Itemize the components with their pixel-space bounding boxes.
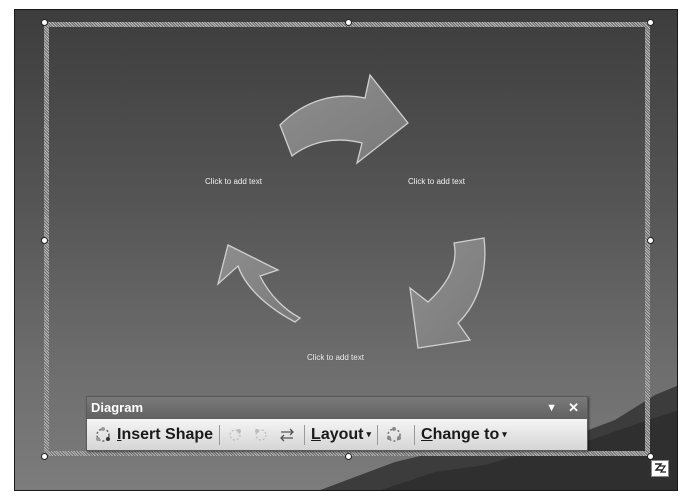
layout-button[interactable]: Layout ▾ — [308, 423, 374, 447]
resize-handle-bottom[interactable] — [345, 453, 352, 460]
resize-handle-top-left[interactable] — [41, 19, 48, 26]
resize-handle-top-right[interactable] — [647, 19, 654, 26]
cycle-arrow-left — [216, 244, 302, 323]
cycle-arrow-right — [409, 237, 486, 349]
toolbar-separator — [414, 424, 416, 445]
reverse-diagram-icon — [280, 428, 294, 441]
move-forward-button[interactable] — [249, 423, 275, 447]
toolbar-options-icon[interactable]: ▼ — [546, 397, 557, 419]
diagram-toolbar[interactable]: Diagram ▼ ✕ Insert Shape Layout ▾ Change… — [86, 396, 588, 451]
toolbar-title: Diagram — [91, 400, 144, 415]
insert-shape-button[interactable]: Insert Shape — [90, 423, 216, 447]
insert-shape-icon — [96, 426, 110, 442]
change-to-label: hange to — [432, 425, 500, 443]
smart-tag-icon[interactable] — [651, 460, 669, 477]
resize-handle-bottom-right[interactable] — [647, 453, 654, 460]
toolbar-separator — [219, 424, 221, 445]
change-to-mnemonic: C — [421, 425, 433, 443]
resize-handle-bottom-left[interactable] — [41, 453, 48, 460]
placeholder-text-top-right[interactable]: Click to add text — [408, 177, 465, 186]
change-to-dropdown-icon: ▾ — [502, 429, 507, 439]
reverse-diagram-button[interactable] — [275, 423, 301, 447]
change-to-button[interactable]: Change to ▾ — [418, 423, 510, 447]
layout-mnemonic: L — [311, 425, 321, 443]
close-icon[interactable]: ✕ — [568, 397, 579, 419]
layout-label: ayout — [320, 425, 364, 443]
autoformat-icon — [387, 426, 402, 442]
autoformat-button[interactable] — [381, 423, 411, 447]
cycle-arrow-top — [279, 73, 409, 165]
move-forward-icon — [255, 428, 267, 441]
toolbar-body: Insert Shape Layout ▾ Change to ▾ — [87, 419, 587, 450]
insert-shape-label: nsert Shape — [121, 425, 214, 443]
resize-handle-left[interactable] — [41, 237, 48, 244]
placeholder-text-top-left[interactable]: Click to add text — [205, 177, 262, 186]
resize-handle-right[interactable] — [647, 237, 654, 244]
move-backward-button[interactable] — [223, 423, 249, 447]
placeholder-text-bottom[interactable]: Click to add text — [307, 353, 364, 362]
toolbar-separator — [304, 424, 306, 445]
toolbar-title-bar[interactable]: Diagram ▼ ✕ — [87, 397, 587, 419]
resize-handle-top[interactable] — [345, 19, 352, 26]
move-backward-icon — [229, 428, 242, 441]
layout-dropdown-icon: ▾ — [366, 429, 372, 439]
toolbar-separator — [377, 424, 379, 445]
